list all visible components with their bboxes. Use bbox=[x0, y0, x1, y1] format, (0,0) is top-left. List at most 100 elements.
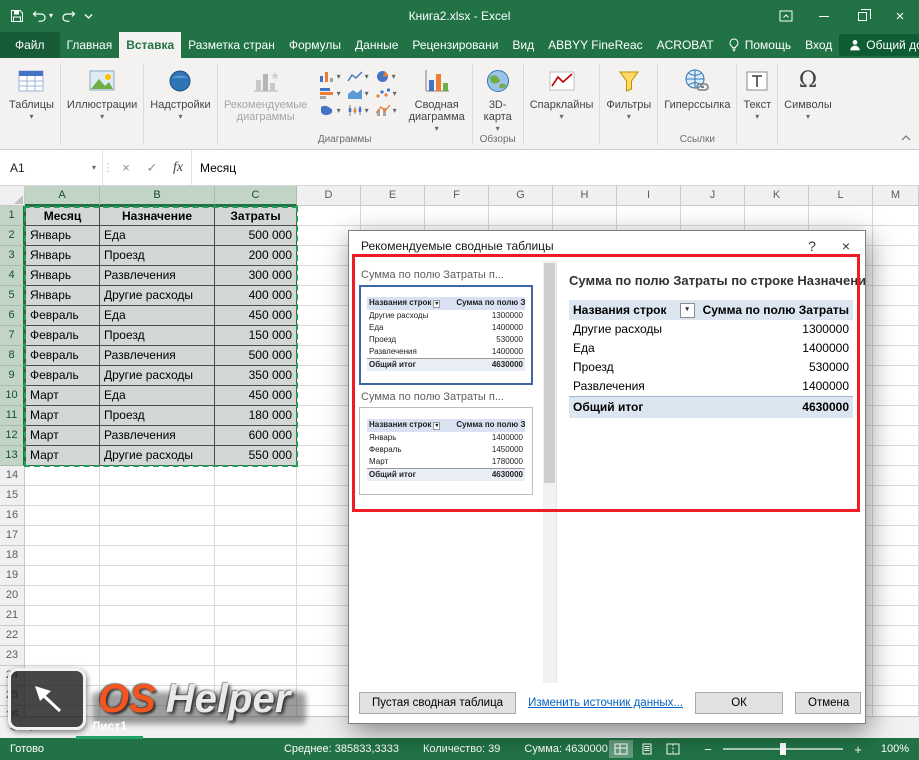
column-header-A[interactable]: A bbox=[25, 186, 100, 206]
cell[interactable] bbox=[873, 206, 919, 226]
cell[interactable]: 180 000 bbox=[215, 406, 297, 426]
formula-input[interactable]: Месяц bbox=[192, 150, 919, 185]
insert-function-icon[interactable]: fx bbox=[165, 150, 191, 185]
column-header-I[interactable]: I bbox=[617, 186, 681, 206]
row-header-8[interactable]: 8 bbox=[0, 346, 25, 366]
ribbon-tab-8[interactable]: ABBYY FineReac bbox=[541, 32, 650, 58]
collapse-ribbon-icon[interactable] bbox=[901, 128, 911, 146]
cell[interactable] bbox=[100, 706, 215, 716]
cell[interactable] bbox=[873, 606, 919, 626]
ribbon-tab-2[interactable]: Вставка bbox=[119, 32, 181, 58]
line-chart-icon[interactable]: ▾ bbox=[347, 70, 369, 83]
cell[interactable] bbox=[873, 426, 919, 446]
row-header-20[interactable]: 20 bbox=[0, 586, 25, 606]
pie-chart-icon[interactable]: ▾ bbox=[375, 70, 397, 83]
tables-button[interactable]: Таблицы ▾ bbox=[4, 60, 59, 133]
cell[interactable] bbox=[873, 386, 919, 406]
cell[interactable]: 350 000 bbox=[215, 366, 297, 386]
cell[interactable] bbox=[297, 206, 361, 226]
cell[interactable] bbox=[25, 606, 100, 626]
ok-button[interactable]: ОК bbox=[695, 692, 783, 714]
dialog-title-bar[interactable]: Рекомендуемые сводные таблицы ? × bbox=[349, 231, 865, 261]
row-header-15[interactable]: 15 bbox=[0, 486, 25, 506]
cell[interactable]: Март bbox=[25, 426, 100, 446]
row-header-24[interactable]: 24 bbox=[0, 666, 25, 686]
row-header-1[interactable]: 1 bbox=[0, 206, 25, 226]
cell[interactable] bbox=[553, 206, 617, 226]
ribbon-tab-4[interactable]: Формулы bbox=[282, 32, 348, 58]
cell[interactable] bbox=[215, 486, 297, 506]
cell[interactable]: Еда bbox=[100, 306, 215, 326]
text-button[interactable]: Текст ▾ bbox=[738, 60, 776, 133]
row-header-25[interactable]: 25 bbox=[0, 686, 25, 706]
stock-chart-icon[interactable]: ▾ bbox=[347, 104, 369, 117]
cancel-entry-icon[interactable]: × bbox=[113, 150, 139, 185]
cell[interactable]: 500 000 bbox=[215, 226, 297, 246]
cell[interactable] bbox=[873, 706, 919, 716]
cell[interactable] bbox=[873, 626, 919, 646]
cell[interactable] bbox=[873, 646, 919, 666]
ribbon-tab-12[interactable]: Общий доступ bbox=[839, 34, 919, 56]
cell[interactable] bbox=[873, 686, 919, 706]
cell[interactable]: Февраль bbox=[25, 326, 100, 346]
cell[interactable]: 550 000 bbox=[215, 446, 297, 466]
restore-button[interactable] bbox=[843, 0, 881, 32]
cell[interactable]: Развлечения bbox=[100, 426, 215, 446]
row-header-5[interactable]: 5 bbox=[0, 286, 25, 306]
cell[interactable] bbox=[873, 446, 919, 466]
zoom-in-button[interactable]: + bbox=[851, 742, 865, 757]
title-bar[interactable]: ▾ Книга2.xlsx - Excel × bbox=[0, 0, 919, 32]
cell[interactable] bbox=[100, 546, 215, 566]
sparklines-button[interactable]: Спарклайны ▾ bbox=[525, 60, 599, 133]
row-header-13[interactable]: 13 bbox=[0, 446, 25, 466]
combo-chart-icon[interactable]: ▾ bbox=[375, 104, 397, 117]
zoom-slider[interactable] bbox=[723, 748, 843, 750]
cell[interactable] bbox=[215, 566, 297, 586]
dialog-close-button[interactable]: × bbox=[829, 233, 863, 259]
formula-bar-resize-handle[interactable]: ⋮ bbox=[103, 150, 113, 185]
row-header-18[interactable]: 18 bbox=[0, 546, 25, 566]
column-header-J[interactable]: J bbox=[681, 186, 745, 206]
cell[interactable] bbox=[809, 206, 873, 226]
thumbnail-preview[interactable]: Названия строк▾Сумма по полю ЗатратыЯнва… bbox=[359, 407, 533, 495]
row-header-3[interactable]: 3 bbox=[0, 246, 25, 266]
column-header-M[interactable]: M bbox=[873, 186, 919, 206]
cell[interactable]: Февраль bbox=[25, 366, 100, 386]
cell[interactable] bbox=[25, 586, 100, 606]
ribbon-tab-0[interactable]: Файл bbox=[0, 32, 60, 58]
cell[interactable] bbox=[215, 666, 297, 686]
change-data-source-link[interactable]: Изменить источник данных... bbox=[528, 697, 683, 709]
cell[interactable]: Проезд bbox=[100, 246, 215, 266]
cell[interactable] bbox=[873, 506, 919, 526]
row-header-23[interactable]: 23 bbox=[0, 646, 25, 666]
cell[interactable] bbox=[25, 546, 100, 566]
save-icon[interactable] bbox=[10, 9, 24, 23]
scrollbar-thumb[interactable] bbox=[544, 263, 555, 483]
cell[interactable] bbox=[873, 306, 919, 326]
cell[interactable] bbox=[425, 206, 489, 226]
map3d-button[interactable]: 3D-карта ▾ bbox=[474, 60, 522, 133]
cell[interactable] bbox=[100, 586, 215, 606]
ribbon-tab-10[interactable]: Помощь bbox=[721, 32, 798, 58]
cell[interactable] bbox=[100, 606, 215, 626]
ribbon-tab-3[interactable]: Разметка стран bbox=[181, 32, 282, 58]
cell[interactable] bbox=[873, 526, 919, 546]
cell[interactable]: Еда bbox=[100, 226, 215, 246]
ribbon-tab-7[interactable]: Вид bbox=[505, 32, 541, 58]
filters-button[interactable]: Фильтры ▾ bbox=[601, 60, 656, 133]
cell[interactable] bbox=[25, 646, 100, 666]
cell[interactable]: 150 000 bbox=[215, 326, 297, 346]
cell[interactable] bbox=[215, 466, 297, 486]
cell[interactable]: Развлечения bbox=[100, 346, 215, 366]
cell[interactable] bbox=[745, 206, 809, 226]
zoom-level[interactable]: 100% bbox=[873, 743, 909, 755]
cell[interactable]: Проезд bbox=[100, 406, 215, 426]
map-chart-icon[interactable]: ▾ bbox=[319, 104, 341, 117]
cell[interactable]: Затраты bbox=[215, 206, 297, 226]
row-header-14[interactable]: 14 bbox=[0, 466, 25, 486]
cell[interactable]: Март bbox=[25, 446, 100, 466]
cell[interactable]: Март bbox=[25, 406, 100, 426]
cell[interactable] bbox=[25, 506, 100, 526]
ribbon-tab-1[interactable]: Главная bbox=[60, 32, 120, 58]
confirm-entry-icon[interactable]: ✓ bbox=[139, 150, 165, 185]
